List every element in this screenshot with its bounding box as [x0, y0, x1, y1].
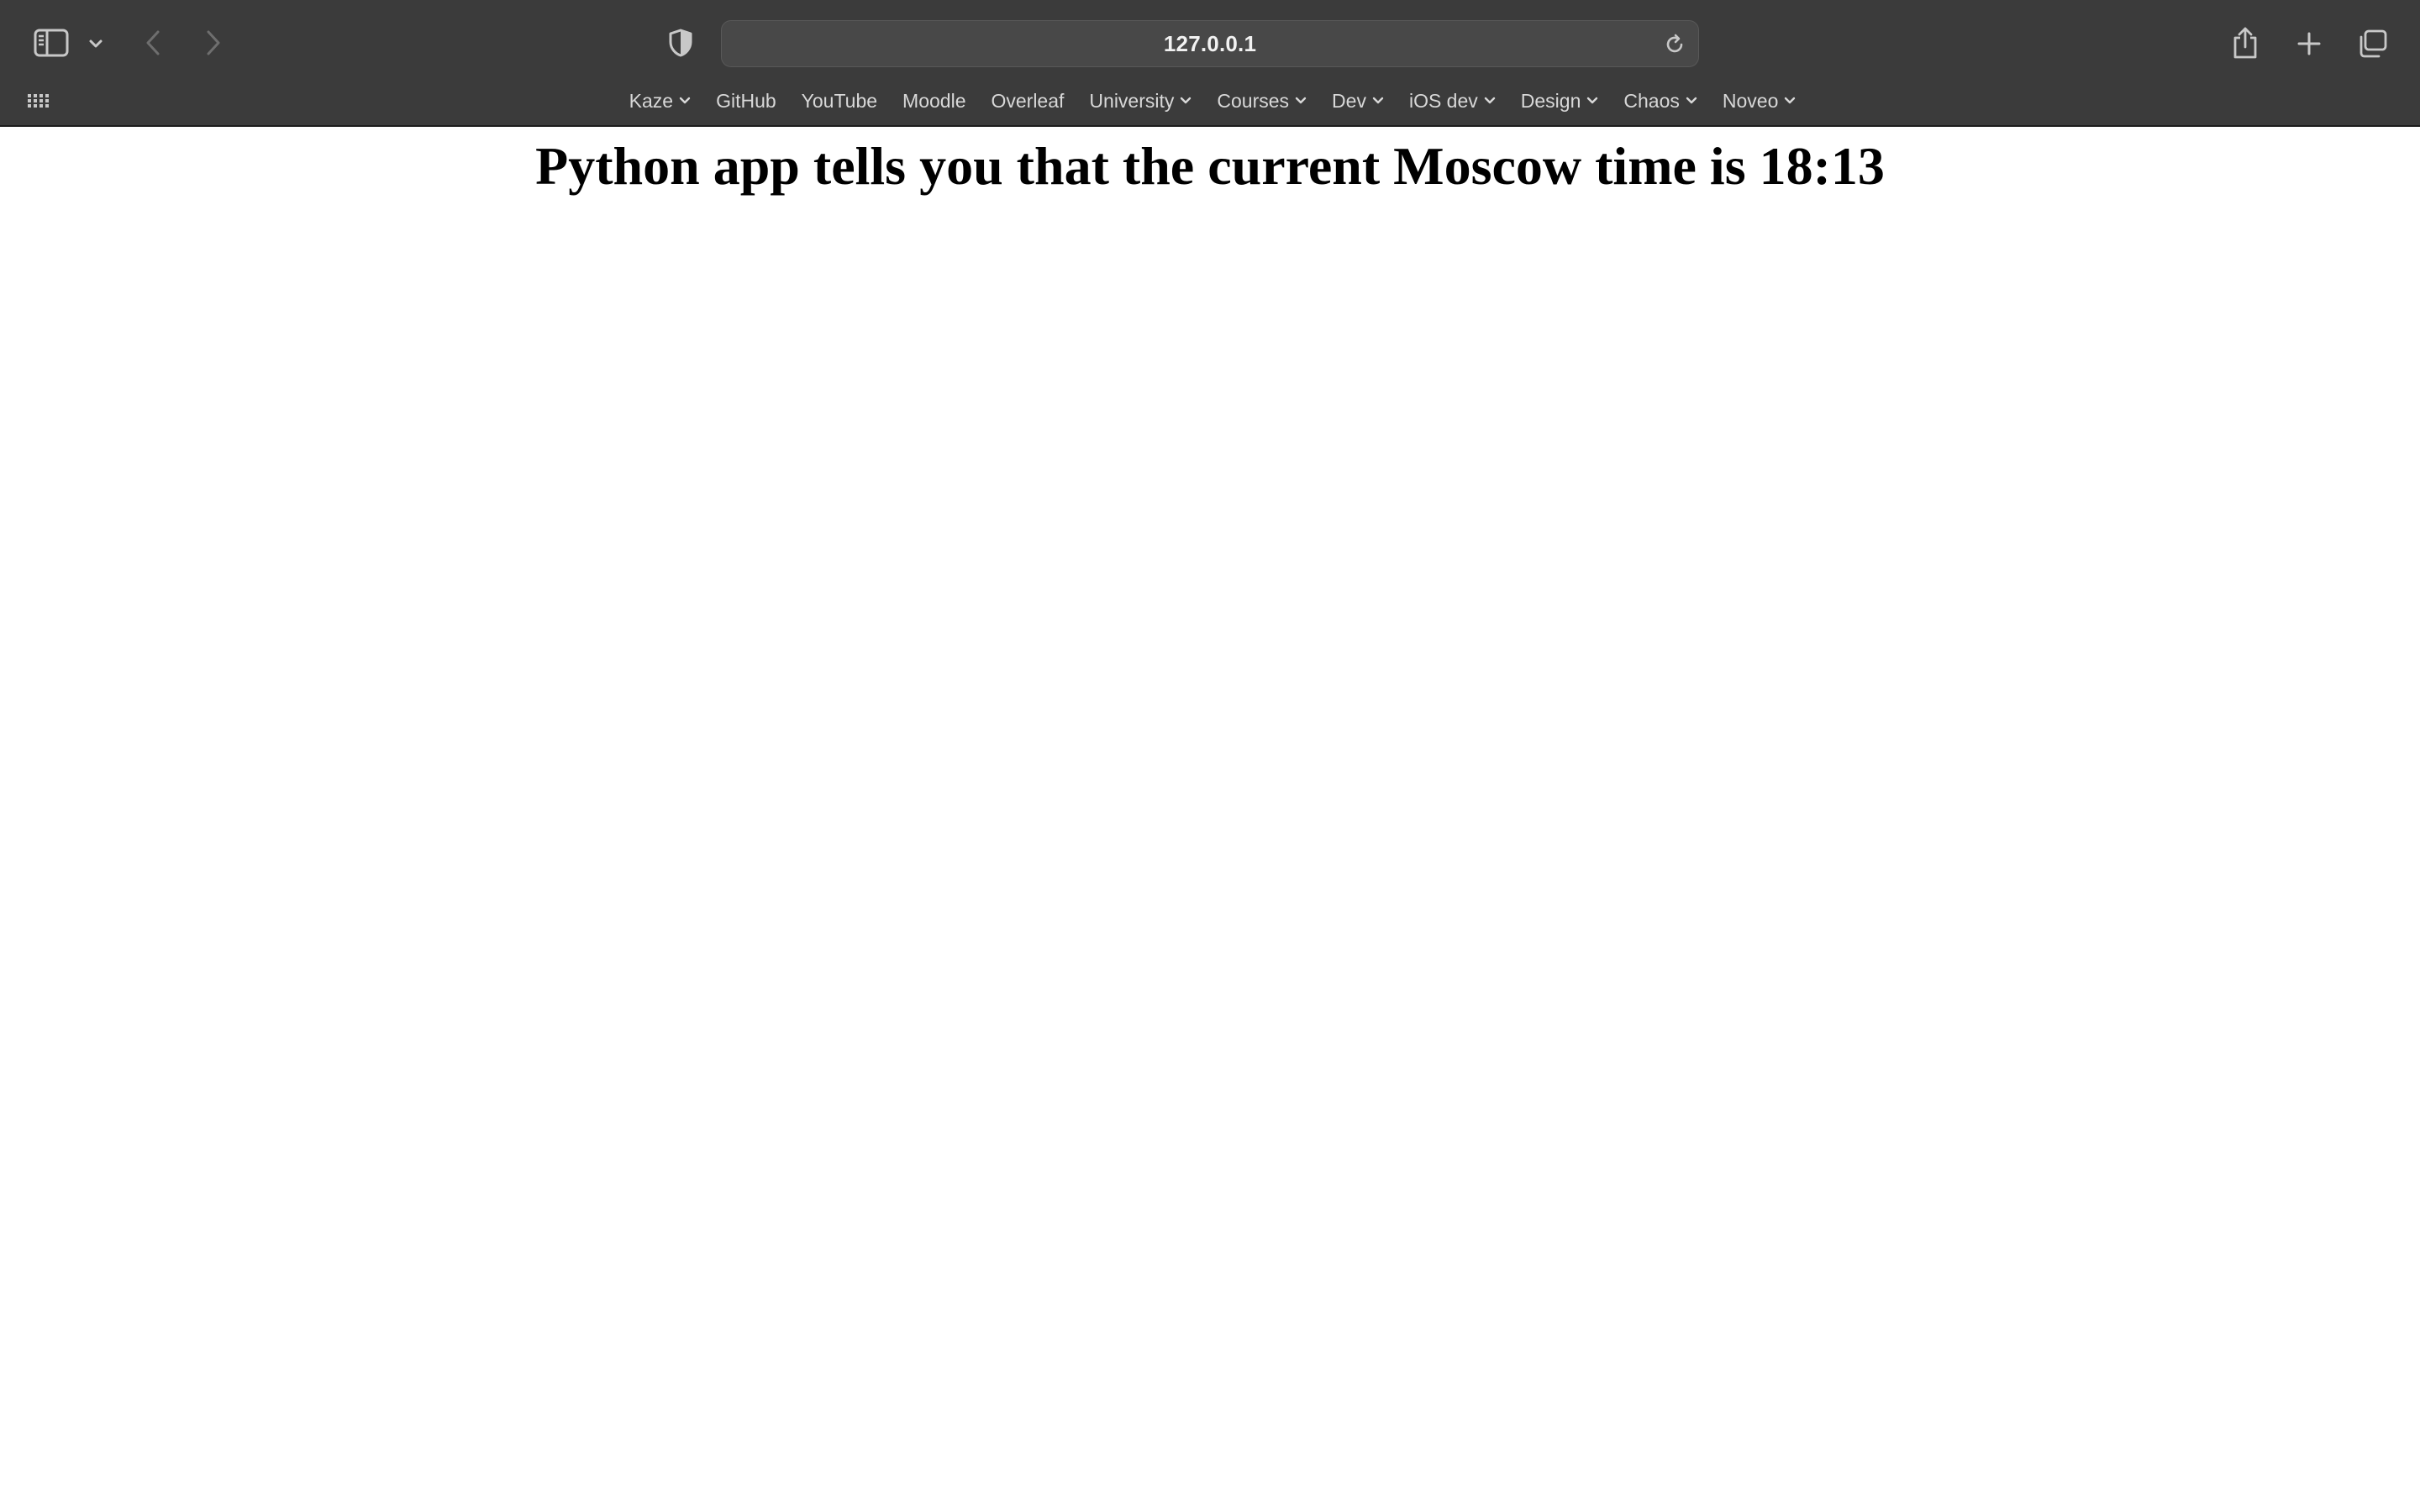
address-bar[interactable]: 127.0.0.1	[721, 20, 1699, 67]
favorite-label: Overleaf	[991, 89, 1065, 112]
chevron-right-icon	[205, 29, 222, 56]
favorite-university[interactable]: University	[1089, 90, 1192, 113]
chevron-down-icon	[679, 97, 691, 105]
browser-toolbar: 127.0.0.1 Kaze GitHub YouTube Moodle Ove…	[0, 0, 2420, 127]
favorite-label: Kaze	[629, 89, 674, 112]
share-button[interactable]	[2227, 22, 2264, 64]
favorite-youtube[interactable]: YouTube	[802, 90, 877, 113]
back-button[interactable]	[139, 25, 166, 60]
favorite-label: Noveo	[1722, 89, 1779, 112]
favorite-label: Chaos	[1623, 89, 1680, 112]
favorite-kaze[interactable]: Kaze	[629, 90, 691, 113]
chevron-down-icon	[1180, 97, 1192, 105]
favorite-label: Courses	[1217, 89, 1290, 112]
favorite-courses[interactable]: Courses	[1217, 90, 1307, 113]
chevron-left-icon	[145, 29, 161, 56]
favorite-label: Dev	[1332, 89, 1366, 112]
page-heading: Python app tells you that the current Mo…	[535, 136, 1885, 196]
favorite-ios-dev[interactable]: iOS dev	[1409, 90, 1496, 113]
sidebar-menu-button[interactable]	[84, 32, 108, 55]
favorite-github[interactable]: GitHub	[716, 90, 776, 113]
chevron-down-icon	[1484, 97, 1496, 105]
chevron-down-icon	[1295, 97, 1307, 105]
favorite-moodle[interactable]: Moodle	[902, 90, 965, 113]
reload-button[interactable]	[1660, 29, 1690, 60]
forward-button[interactable]	[200, 25, 227, 60]
favorite-overleaf[interactable]: Overleaf	[991, 90, 1064, 113]
tabs-overview-icon	[2356, 29, 2388, 59]
favorite-label: Moodle	[902, 89, 966, 112]
chevron-down-icon	[88, 39, 103, 49]
shield-icon	[668, 29, 693, 57]
url-text[interactable]: 127.0.0.1	[722, 21, 1698, 66]
reload-icon	[1664, 34, 1686, 55]
privacy-report-button[interactable]	[664, 25, 697, 60]
new-tab-button[interactable]	[2291, 25, 2328, 62]
favorite-label: YouTube	[801, 89, 878, 112]
favorites-bar: Kaze GitHub YouTube Moodle Overleaf Univ…	[0, 84, 2420, 118]
chevron-down-icon	[1586, 97, 1598, 105]
favorite-design[interactable]: Design	[1521, 90, 1599, 113]
favorite-noveo[interactable]: Noveo	[1723, 90, 1796, 113]
web-page-content: Python app tells you that the current Mo…	[0, 127, 2420, 1512]
favorite-chaos[interactable]: Chaos	[1623, 90, 1697, 113]
favorite-label: Design	[1520, 89, 1581, 112]
chevron-down-icon	[1686, 97, 1697, 105]
chevron-down-icon	[1784, 97, 1796, 105]
sidebar-icon	[34, 29, 69, 57]
share-icon	[2232, 26, 2259, 60]
favorite-dev[interactable]: Dev	[1332, 90, 1384, 113]
plus-icon	[2296, 31, 2322, 56]
favorite-label: iOS dev	[1408, 89, 1478, 112]
chevron-down-icon	[1372, 97, 1384, 105]
favorite-label: University	[1089, 89, 1175, 112]
sidebar-toggle-button[interactable]	[30, 25, 72, 60]
favorite-label: GitHub	[716, 89, 776, 112]
tab-overview-button[interactable]	[2353, 25, 2391, 62]
